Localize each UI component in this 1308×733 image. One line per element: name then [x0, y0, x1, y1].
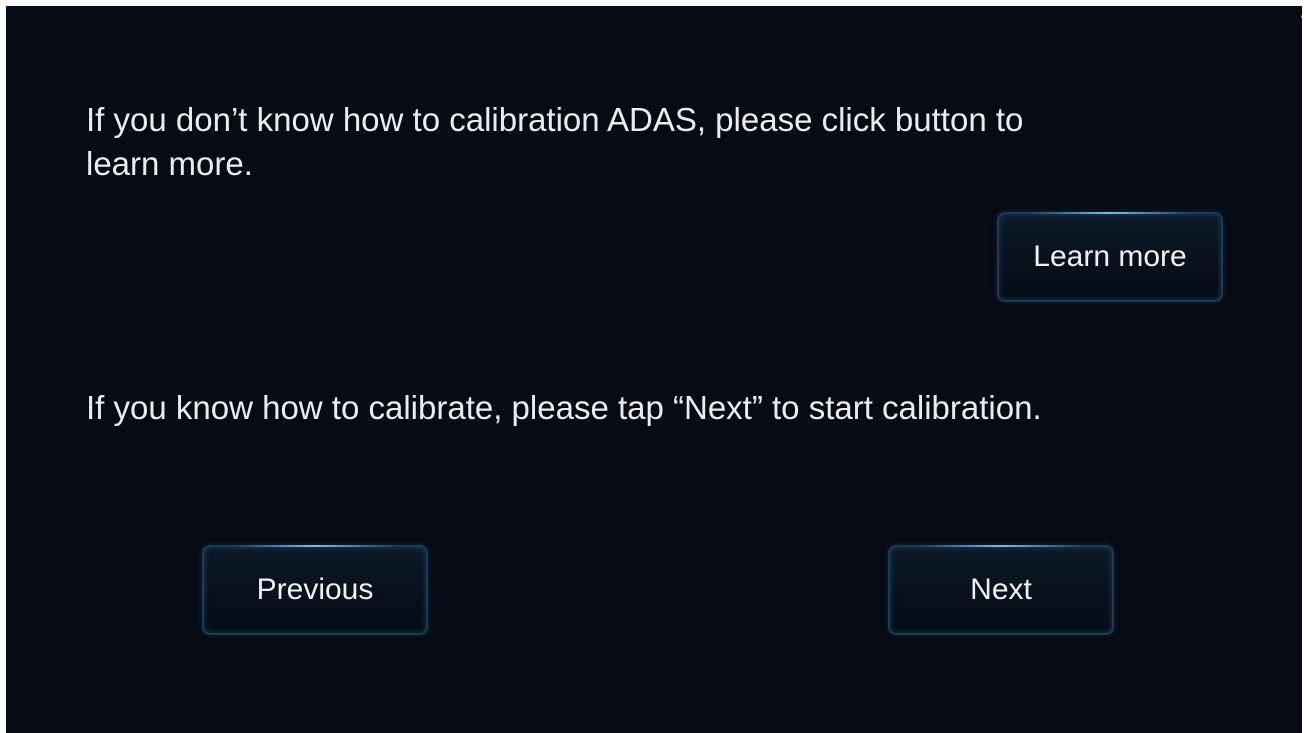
start-calibration-instruction: If you know how to calibrate, please tap…: [86, 389, 1042, 426]
previous-button-label: Previous: [256, 573, 374, 606]
previous-button[interactable]: Previous: [202, 545, 428, 635]
status-indicator-dot: [1301, 14, 1302, 19]
next-button-label: Next: [970, 573, 1032, 606]
learn-more-button-label: Learn more: [1033, 240, 1187, 273]
next-button[interactable]: Next: [888, 545, 1114, 635]
learn-more-instruction: If you don’t know how to calibration ADA…: [86, 101, 1024, 182]
calibration-screen: If you don’t know how to calibration ADA…: [6, 6, 1302, 733]
learn-more-button[interactable]: Learn more: [997, 212, 1223, 302]
